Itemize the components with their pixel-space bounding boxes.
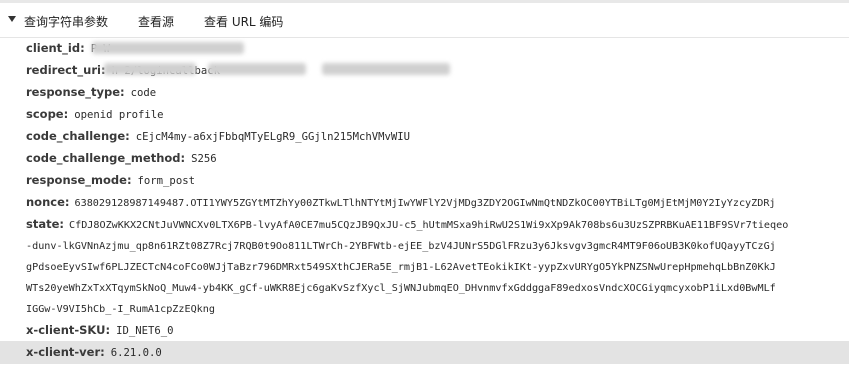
state-continuation-line: -dunv-lkGVNnAzjmu_qp8n61RZt08Z7Rcj7RQB0t… — [26, 236, 776, 254]
redaction-blur — [104, 63, 196, 75]
param-row-x-client-ver[interactable]: x-client-ver: 6.21.0.0 — [26, 343, 162, 361]
param-row-x-client-sku: x-client-SKU: ID_NET6_0 — [26, 321, 173, 339]
param-value-continuation: -dunv-lkGVNnAzjmu_qp8n61RZt08Z7Rcj7RQB0t… — [26, 241, 776, 252]
param-key: client_id: — [26, 41, 85, 55]
param-row-response-mode: response_mode: form_post — [26, 171, 195, 189]
param-value: ID_NET6_0 — [116, 325, 174, 337]
param-key: x-client-SKU: — [26, 323, 111, 337]
param-key: response_type: — [26, 85, 125, 99]
param-key: x-client-ver: — [26, 345, 105, 359]
param-row-nonce: nonce: 638029128987149487.OTI1YWY5ZGYtMTZ… — [26, 193, 776, 211]
param-key: nonce: — [26, 195, 70, 209]
param-key: scope: — [26, 107, 69, 121]
param-value: CfDJ8OZwKKX2CNtJuVWNCXv0LTX6PB-lvyAfA0CE… — [69, 220, 789, 231]
param-key: code_challenge_method: — [26, 151, 186, 165]
param-key: response_mode: — [26, 173, 132, 187]
param-key: code_challenge: — [26, 129, 130, 143]
param-value: 638029128987149487.OTI1YWY5ZGYtMTZhYy00Z… — [74, 198, 776, 209]
view-url-encoded-link[interactable]: 查看 URL 编码 — [204, 13, 283, 30]
param-value: S256 — [191, 153, 217, 165]
redaction-blur — [322, 63, 450, 75]
view-source-link[interactable]: 查看源 — [138, 13, 174, 30]
param-value: openid profile — [74, 109, 164, 121]
param-row-response-type: response_type: code — [26, 83, 156, 101]
param-value: 6.21.0.0 — [110, 347, 162, 359]
param-row-state: state: CfDJ8OZwKKX2CNtJuVWNCXv0LTX6PB-lvy… — [26, 215, 788, 233]
redaction-blur — [92, 42, 244, 54]
state-continuation-line: IGGw-V9VI5hCb_-I_RumA1cpZzEQkng — [26, 299, 215, 317]
param-value-continuation: IGGw-V9VI5hCb_-I_RumA1cpZzEQkng — [26, 304, 215, 315]
param-value: cEjcM4my-a6xjFbbqMTyELgR9_GGjln215MchVMv… — [135, 131, 411, 143]
param-value-continuation: WTs20yeWhZxTxXTqymSkNoQ_Muw4-yb4KK_gCf-u… — [26, 283, 776, 294]
section-title: 查询字符串参数 — [24, 15, 109, 29]
param-value-continuation: gPdsoeEyvSIwf6PLJZECTcN4coFCo0WJjTaBzr79… — [26, 262, 776, 273]
param-value: code — [130, 87, 157, 99]
param-value: form_post — [137, 175, 195, 187]
param-row-code-challenge: code_challenge: cEjcM4my-a6xjFbbqMTyELgR9… — [26, 127, 410, 145]
param-key: state: — [26, 217, 64, 231]
collapse-triangle-icon[interactable] — [8, 16, 16, 22]
param-key: redirect_uri: — [26, 63, 106, 77]
param-row-code-challenge-method: code_challenge_method: S256 — [26, 149, 217, 167]
header-divider — [0, 37, 849, 38]
state-continuation-line: gPdsoeEyvSIwf6PLJZECTcN4coFCo0WJjTaBzr79… — [26, 257, 776, 275]
param-row-scope: scope: openid profile — [26, 105, 164, 123]
query-params-header[interactable]: 查询字符串参数 查看源 查看 URL 编码 — [0, 8, 849, 32]
redaction-blur — [208, 63, 306, 75]
state-continuation-line: WTs20yeWhZxTxXTqymSkNoQ_Muw4-yb4KK_gCf-u… — [26, 278, 776, 296]
top-border — [0, 0, 849, 3]
